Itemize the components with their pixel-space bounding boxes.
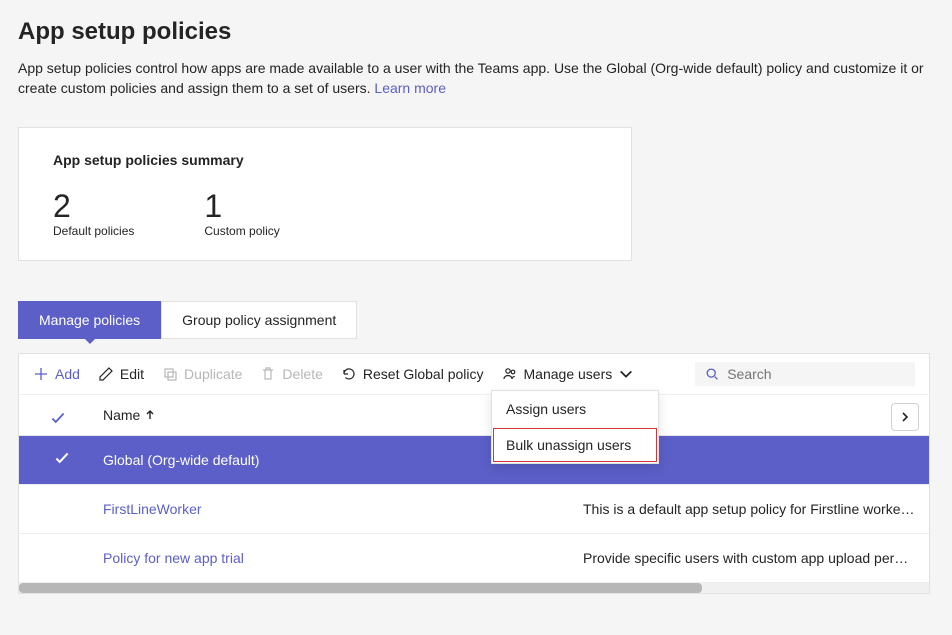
scrollbar-thumb[interactable] — [19, 583, 702, 593]
duplicate-label: Duplicate — [184, 366, 242, 382]
sort-ascending-icon — [144, 409, 156, 421]
reset-icon — [341, 366, 357, 382]
default-count: 2 — [53, 190, 134, 222]
policies-panel: Add Edit Duplicate Delete Reset Global p… — [18, 353, 930, 594]
policy-description: Provide specific users with custom app u… — [583, 550, 915, 566]
add-label: Add — [55, 366, 80, 382]
table-header: Name — [19, 395, 929, 436]
default-label: Default policies — [53, 224, 134, 238]
search-icon — [705, 366, 719, 382]
description-text: App setup policies control how apps are … — [18, 60, 924, 96]
edit-button[interactable]: Edit — [98, 366, 144, 382]
assign-users-item[interactable]: Assign users — [492, 391, 658, 427]
summary-title: App setup policies summary — [53, 152, 597, 168]
manage-users-dropdown: Assign users Bulk unassign users — [491, 390, 659, 464]
manage-users-button[interactable]: Manage users — [502, 366, 635, 382]
page-title: App setup policies — [18, 18, 930, 46]
column-name-label: Name — [103, 407, 140, 423]
column-name[interactable]: Name — [103, 407, 156, 423]
people-icon — [502, 366, 518, 382]
table-row[interactable]: FirstLineWorker This is a default app se… — [19, 485, 929, 534]
tab-group-assignment[interactable]: Group policy assignment — [161, 301, 357, 339]
trash-icon — [260, 366, 276, 382]
policy-description: This is a default app setup policy for F… — [583, 501, 915, 517]
page-description: App setup policies control how apps are … — [18, 58, 930, 99]
tab-manage-policies[interactable]: Manage policies — [18, 301, 161, 339]
select-all-checkbox[interactable] — [49, 409, 67, 430]
copy-icon — [162, 366, 178, 382]
reset-button[interactable]: Reset Global policy — [341, 366, 484, 382]
delete-button: Delete — [260, 366, 322, 382]
toolbar: Add Edit Duplicate Delete Reset Global p… — [19, 354, 929, 395]
edit-label: Edit — [120, 366, 144, 382]
stat-custom: 1 Custom policy — [204, 190, 279, 238]
policy-name-link[interactable]: Policy for new app trial — [103, 550, 244, 566]
reset-label: Reset Global policy — [363, 366, 484, 382]
custom-label: Custom policy — [204, 224, 279, 238]
pencil-icon — [98, 366, 114, 382]
summary-card: App setup policies summary 2 Default pol… — [18, 127, 632, 261]
row-check-icon — [53, 449, 71, 470]
custom-count: 1 — [204, 190, 279, 222]
duplicate-button: Duplicate — [162, 366, 242, 382]
table-row[interactable]: Policy for new app trial Provide specifi… — [19, 534, 929, 583]
learn-more-link[interactable]: Learn more — [374, 80, 446, 96]
search-box[interactable] — [695, 362, 915, 386]
check-icon — [53, 449, 71, 467]
plus-icon — [33, 366, 49, 382]
table-row[interactable]: Global (Org-wide default) — [19, 436, 929, 485]
stat-default: 2 Default policies — [53, 190, 134, 238]
manage-users-label: Manage users — [524, 366, 613, 382]
policy-name-link[interactable]: FirstLineWorker — [103, 501, 202, 517]
bulk-unassign-users-item[interactable]: Bulk unassign users — [492, 427, 658, 463]
horizontal-scrollbar[interactable] — [19, 583, 929, 593]
chevron-down-icon — [618, 366, 634, 382]
scroll-right-button[interactable] — [891, 403, 919, 431]
check-icon — [49, 409, 67, 427]
delete-label: Delete — [282, 366, 322, 382]
chevron-right-icon — [899, 411, 911, 423]
add-button[interactable]: Add — [33, 366, 80, 382]
search-input[interactable] — [727, 366, 905, 382]
